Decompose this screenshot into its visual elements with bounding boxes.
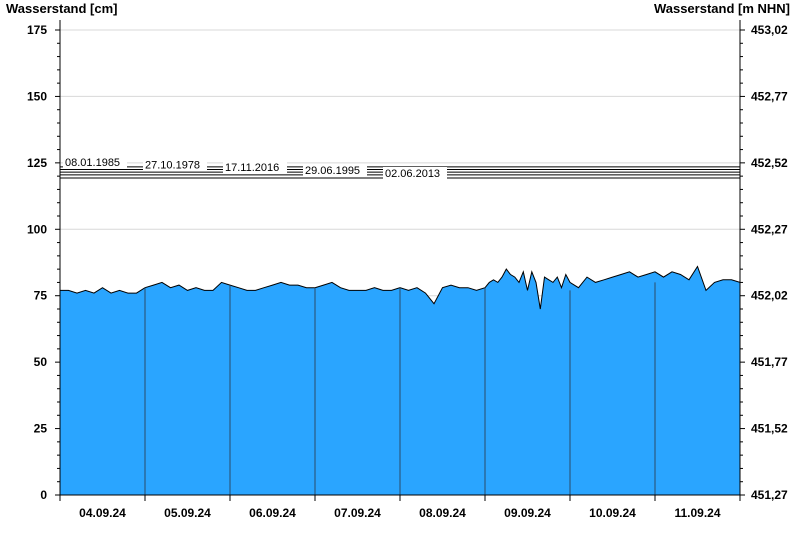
y-left-tick-label: 50	[34, 355, 48, 369]
y-right-tick-label: 452,52	[751, 156, 788, 170]
y-left-tick-label: 150	[27, 89, 47, 103]
y-right-tick-label: 452,77	[751, 89, 788, 103]
x-tick-label: 11.09.24	[674, 506, 720, 520]
y-right-tick-label: 451,27	[751, 488, 788, 502]
y-axis-left-title: Wasserstand [cm]	[6, 1, 118, 16]
y-right-tick-label: 452,02	[751, 289, 788, 303]
x-tick-label: 05.09.24	[164, 506, 211, 520]
x-tick-label: 06.09.24	[249, 506, 296, 520]
y-axis-right-title: Wasserstand [m NHN]	[654, 1, 790, 16]
y-left-tick-label: 125	[27, 156, 47, 170]
y-left-tick-label: 0	[40, 488, 47, 502]
reference-label: 17.11.2016	[225, 162, 279, 174]
x-tick-label: 09.09.24	[504, 506, 551, 520]
reference-label: 29.06.1995	[305, 165, 360, 177]
reference-label: 08.01.1985	[65, 157, 120, 169]
y-right-tick-label: 451,77	[751, 355, 788, 369]
x-tick-label: 08.09.24	[419, 506, 466, 520]
y-axis-left-ticks: 0 25 50 75 100 125 150 175	[27, 23, 60, 502]
water-level-chart: 08.01.1985 27.10.1978 17.11.2016 29.06.1995…	[6, 1, 790, 520]
reference-label: 27.10.1978	[145, 160, 200, 172]
x-tick-label: 07.09.24	[334, 506, 381, 520]
y-left-tick-label: 25	[34, 422, 48, 436]
reference-label: 02.06.2013	[385, 168, 440, 180]
y-left-tick-label: 175	[27, 23, 47, 37]
y-right-tick-label: 452,27	[751, 222, 788, 236]
x-tick-label: 10.09.24	[589, 506, 636, 520]
y-right-tick-label: 453,02	[751, 23, 788, 37]
reference-levels: 08.01.1985 27.10.1978 17.11.2016 29.06.1995…	[60, 155, 740, 180]
x-tick-label: 04.09.24	[79, 506, 126, 520]
y-left-tick-label: 75	[34, 289, 48, 303]
y-right-tick-label: 451,52	[751, 422, 788, 436]
x-axis-ticks: 04.09.24 05.09.24 06.09.24 07.09.24 08.09.24…	[59, 495, 741, 520]
y-left-tick-label: 100	[27, 222, 47, 236]
y-axis-right-ticks: 451,27 451,52 451,77 452,02 452,27 452,52 452,…	[740, 23, 788, 502]
